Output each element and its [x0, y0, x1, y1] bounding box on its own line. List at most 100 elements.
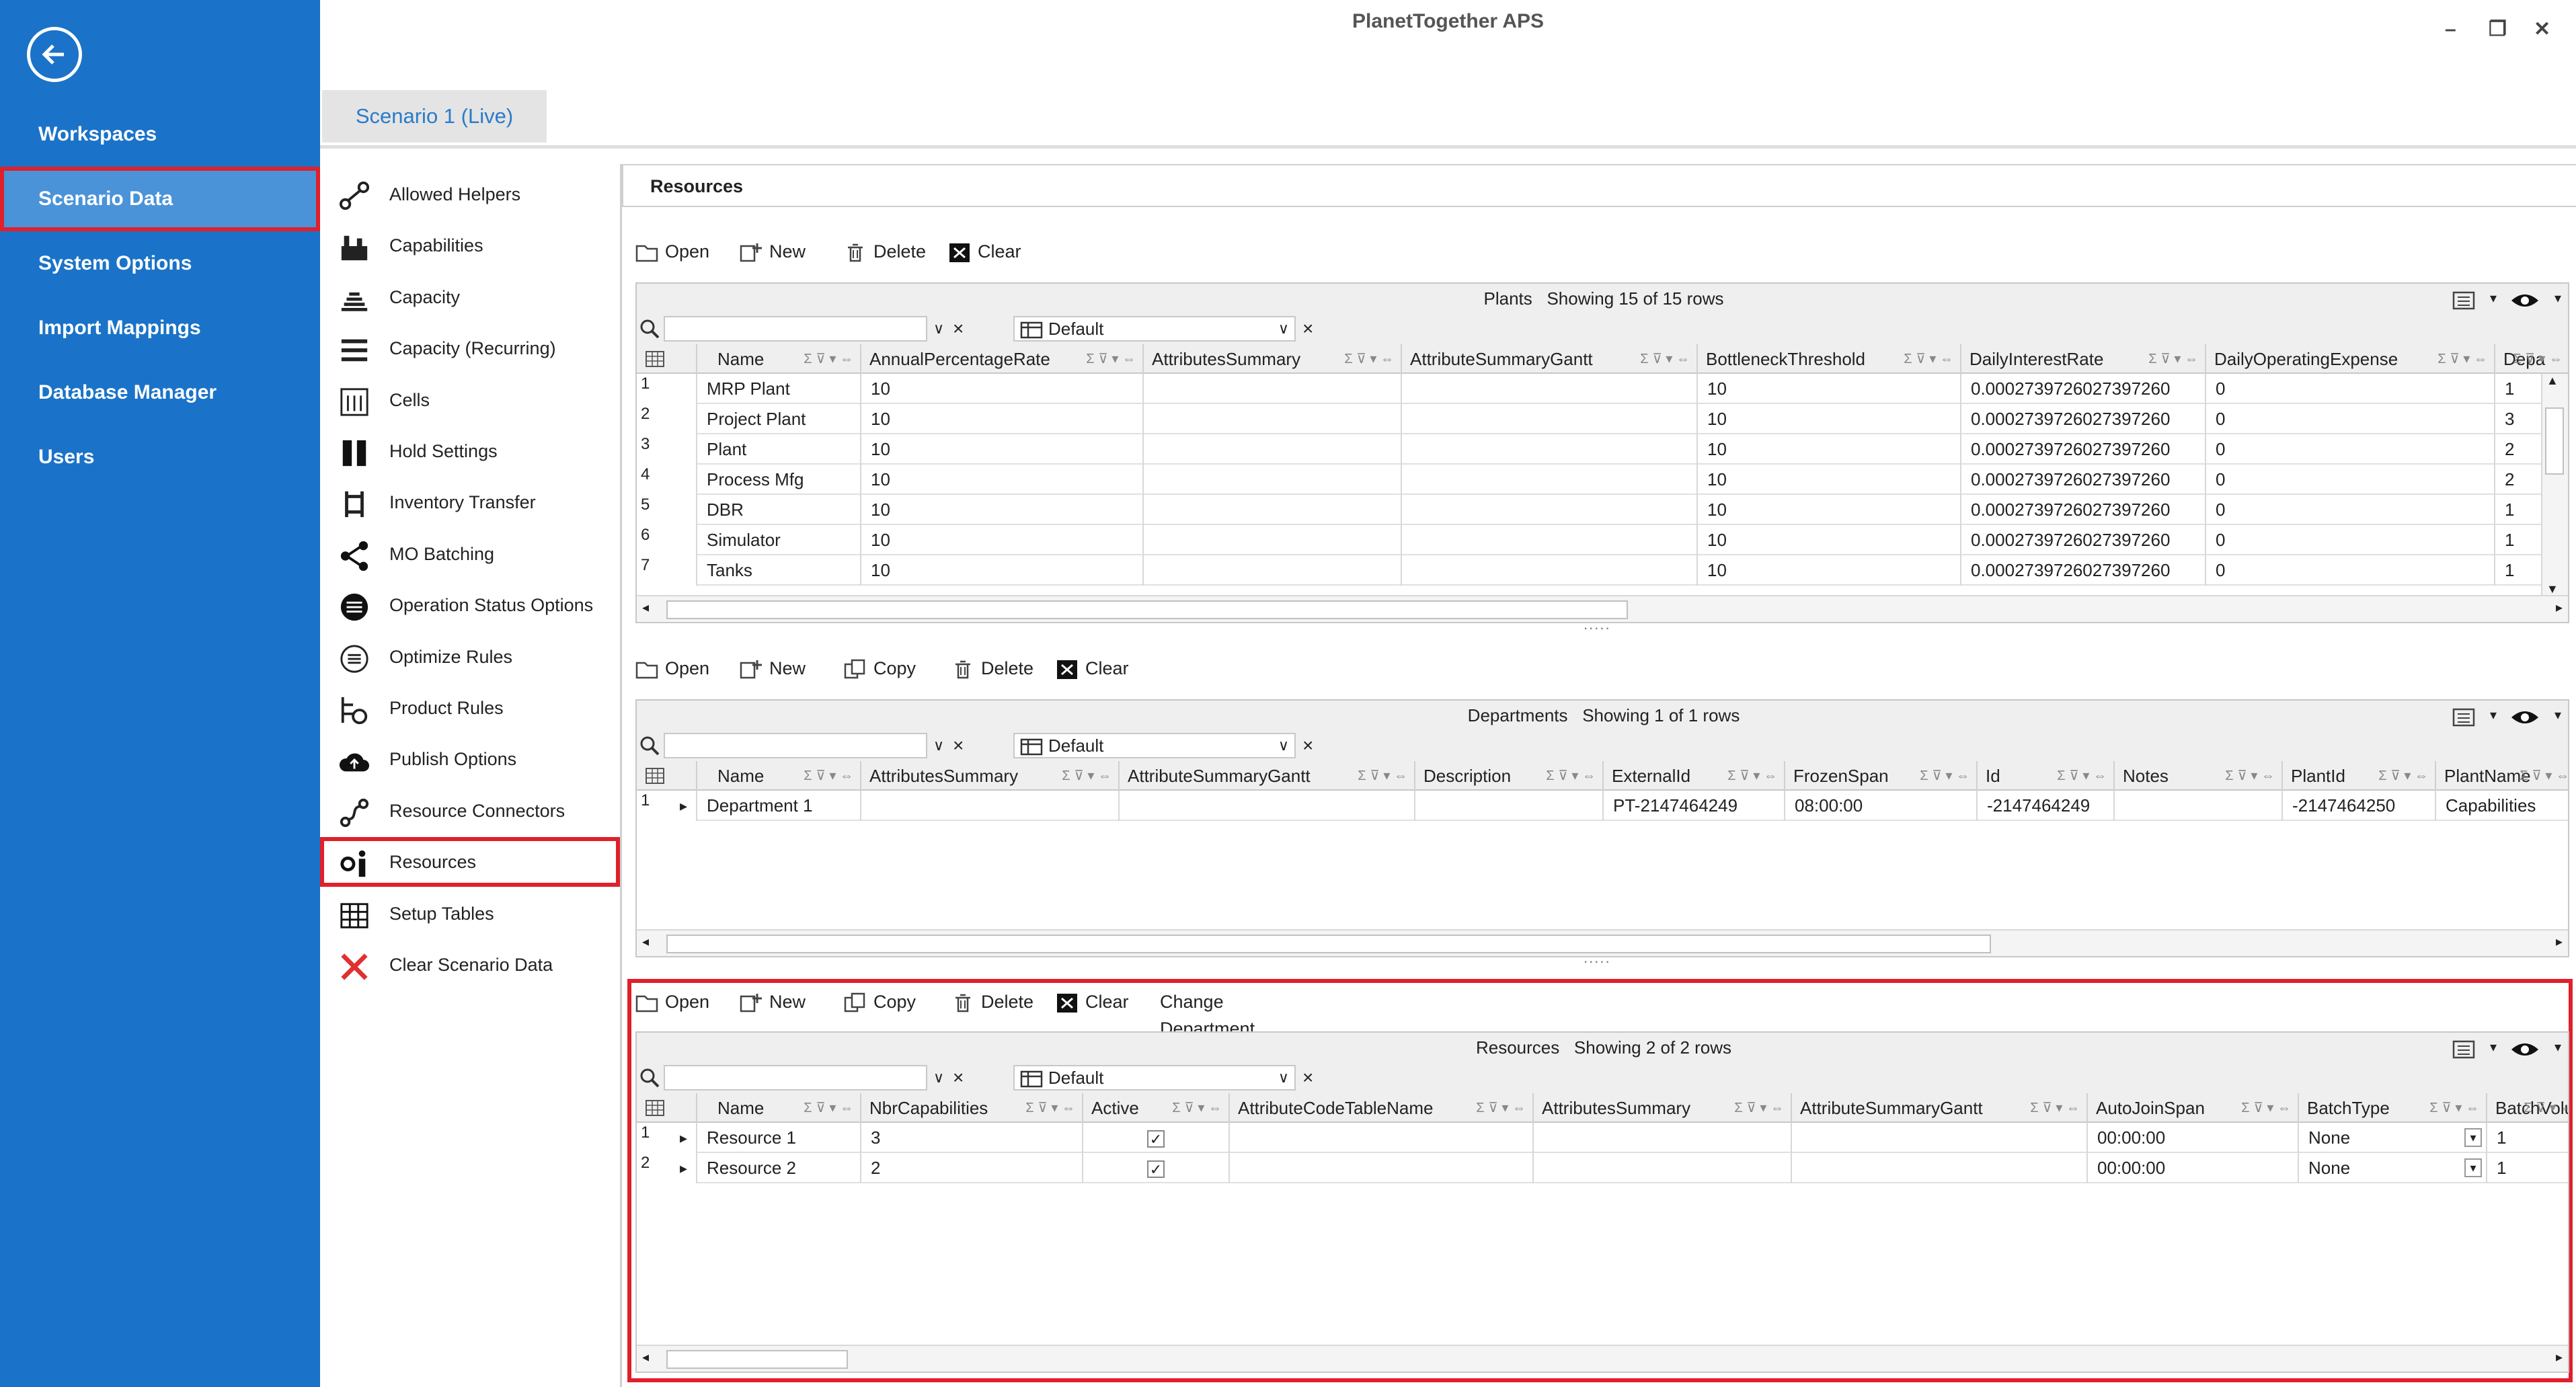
sort-filter-icon[interactable]: Σ ⊽ ▾ ⇔ — [2437, 344, 2487, 374]
table-cell[interactable]: 0.0002739726027397260 — [1961, 555, 2206, 586]
column-header[interactable]: AttributesSummary Σ ⊽ ▾ ⇔ — [861, 761, 1120, 791]
column-header[interactable]: DailyInterestRate Σ ⊽ ▾ ⇔ — [1961, 344, 2206, 374]
table-cell[interactable]: 0.0002739726027397260 — [1961, 434, 2206, 465]
column-header[interactable]: AttributesSummary Σ ⊽ ▾ ⇔ — [1534, 1093, 1792, 1123]
category-capabilities[interactable]: Capabilities — [320, 221, 620, 270]
category-product-rules[interactable]: Product Rules — [320, 683, 620, 733]
chooser-dropdown-icon[interactable]: ▾ — [2490, 284, 2497, 313]
table-cell[interactable]: ✓ — [1083, 1123, 1230, 1153]
table-cell[interactable]: 0 — [2206, 465, 2495, 495]
close-button[interactable]: ✕ — [2534, 8, 2550, 51]
table-cell[interactable]: 0 — [2206, 525, 2495, 555]
table-cell[interactable]: 10 — [861, 525, 1144, 555]
table-row[interactable]: 2 ▸ Resource 2 2 ✓ 00:00:00 None ▾ 1 — [637, 1153, 2568, 1183]
table-cell[interactable] — [1144, 404, 1402, 434]
column-header[interactable]: PlantName Σ ⊽ ▾ ⇔ — [2436, 761, 2568, 791]
sort-filter-icon[interactable]: Σ ⊽ ▾ ⇔ — [2378, 761, 2428, 791]
table-cell[interactable] — [861, 791, 1120, 821]
table-cell[interactable]: 0.0002739726027397260 — [1961, 525, 2206, 555]
table-cell[interactable]: 08:00:00 — [1785, 791, 1978, 821]
sort-filter-icon[interactable]: Σ ⊽ ▾ ⇔ — [2429, 1093, 2479, 1123]
table-cell[interactable]: 0 — [2206, 434, 2495, 465]
table-row[interactable]: 1 ▸ Resource 1 3 ✓ 00:00:00 None ▾ 1 — [637, 1123, 2568, 1153]
table-cell[interactable]: 10 — [1698, 525, 1961, 555]
column-header[interactable]: AttributesSummary Σ ⊽ ▾ ⇔ — [1144, 344, 1402, 374]
search-dropdown-icon[interactable]: ∨ — [927, 316, 950, 342]
category-optimize-rules[interactable]: Optimize Rules — [320, 632, 620, 682]
row-selector-header[interactable] — [637, 1093, 697, 1123]
table-cell[interactable] — [1402, 525, 1698, 555]
vertical-scroll-thumb[interactable] — [2545, 407, 2564, 475]
departments-search-input[interactable] — [664, 733, 927, 758]
resources-new-button[interactable]: New — [740, 988, 806, 1015]
table-cell[interactable]: 00:00:00 — [2088, 1123, 2299, 1153]
scroll-right-icon[interactable]: ▸ — [2556, 599, 2563, 616]
plants-layout-select[interactable]: Default ∨ — [1013, 316, 1296, 342]
vertical-scrollbar[interactable]: ▲ ▼ — [2541, 374, 2568, 596]
table-cell[interactable]: ✓ — [1083, 1153, 1230, 1183]
table-cell[interactable]: 0 — [2206, 495, 2495, 525]
departments-copy-button[interactable]: Copy — [844, 655, 916, 682]
table-cell[interactable] — [1402, 404, 1698, 434]
table-cell[interactable]: Capabilities — [2436, 791, 2568, 821]
table-cell[interactable]: Project Plant — [697, 404, 861, 434]
table-cell[interactable]: 0.0002739726027397260 — [1961, 374, 2206, 404]
plants-search-input[interactable] — [664, 316, 927, 342]
table-cell[interactable] — [1792, 1123, 2088, 1153]
category-allowed-helpers[interactable]: Allowed Helpers — [320, 169, 620, 219]
category-resources[interactable]: Resources — [320, 837, 620, 887]
table-row[interactable]: 4 Process Mfg 10 10 0.0002739726027397260 0 2 — [637, 465, 2568, 495]
table-row[interactable]: 7 Tanks 10 10 0.0002739726027397260 0 1 — [637, 555, 2568, 586]
nav-import-mappings[interactable]: Import Mappings — [0, 296, 320, 360]
tab-scenario-1[interactable]: Scenario 1 (Live) — [322, 90, 547, 143]
resources-clear-button[interactable]: Clear — [1056, 988, 1129, 1015]
departments-clear-button[interactable]: Clear — [1056, 655, 1129, 682]
scroll-left-icon[interactable]: ◂ — [642, 1349, 649, 1365]
table-cell[interactable]: 10 — [1698, 374, 1961, 404]
table-cell[interactable]: 0 — [2206, 374, 2495, 404]
sort-filter-icon[interactable]: Σ ⊽ ▾ ⇔ — [1920, 761, 1969, 791]
sort-filter-icon[interactable]: Σ ⊽ ▾ ⇔ — [1358, 761, 1407, 791]
clear-layout-icon[interactable]: × — [1302, 316, 1313, 342]
plants-delete-button[interactable]: Delete — [844, 238, 926, 265]
eye-dropdown-icon[interactable]: ▾ — [2554, 701, 2561, 730]
chooser-dropdown-icon[interactable]: ▾ — [2490, 1033, 2497, 1062]
table-row[interactable]: 1 MRP Plant 10 10 0.0002739726027397260 0 1 — [637, 374, 2568, 404]
nav-database-manager[interactable]: Database Manager — [0, 360, 320, 425]
search-dropdown-icon[interactable]: ∨ — [927, 1065, 950, 1091]
category-resource-connectors[interactable]: Resource Connectors — [320, 786, 620, 836]
table-row[interactable]: 6 Simulator 10 10 0.0002739726027397260 0 1 — [637, 525, 2568, 555]
table-cell[interactable]: 10 — [1698, 404, 1961, 434]
table-cell[interactable]: 10 — [861, 374, 1144, 404]
table-cell[interactable]: -2147464250 — [2283, 791, 2436, 821]
scroll-down-icon[interactable]: ▼ — [2546, 582, 2559, 596]
table-cell[interactable] — [1402, 374, 1698, 404]
table-cell[interactable] — [1144, 525, 1402, 555]
table-cell[interactable]: 1 — [2487, 1153, 2568, 1183]
table-cell[interactable]: Department 1 — [697, 791, 861, 821]
sort-filter-icon[interactable]: Σ ⊽ ▾ ⇔ — [2057, 761, 2107, 791]
active-checkbox[interactable]: ✓ — [1147, 1130, 1165, 1148]
column-header[interactable]: AttributeSummaryGantt Σ ⊽ ▾ ⇔ — [1402, 344, 1698, 374]
table-cell[interactable]: 0.0002739726027397260 — [1961, 465, 2206, 495]
table-cell[interactable] — [1120, 791, 1415, 821]
table-row[interactable]: 1 ▸ Department 1 PT-2147464249 08:00:00 -2147… — [637, 791, 2568, 821]
scroll-left-icon[interactable]: ◂ — [642, 599, 649, 616]
table-cell[interactable]: Simulator — [697, 525, 861, 555]
table-cell[interactable] — [2115, 791, 2283, 821]
table-cell[interactable]: 10 — [861, 495, 1144, 525]
table-cell[interactable]: 10 — [1698, 555, 1961, 586]
table-cell[interactable]: 10 — [1698, 495, 1961, 525]
sort-filter-icon[interactable]: Σ ⊽ ▾ ⇔ — [1734, 1093, 1784, 1123]
column-header[interactable]: Depa Σ ⊽ ▾ ⇔ — [2495, 344, 2568, 374]
horizontal-scrollbar[interactable]: ◂ ▸ — [637, 1345, 2568, 1372]
sort-filter-icon[interactable]: Σ ⊽ ▾ ⇔ — [1172, 1093, 1222, 1123]
sort-filter-icon[interactable]: Σ ⊽ ▾ ⇔ — [2030, 1093, 2080, 1123]
maximize-button[interactable]: ❐ — [2489, 8, 2507, 51]
table-cell[interactable]: 10 — [861, 404, 1144, 434]
sort-filter-icon[interactable]: Σ ⊽ ▾ ⇔ — [1476, 1093, 1526, 1123]
nav-workspaces[interactable]: Workspaces — [0, 102, 320, 167]
column-header[interactable]: NbrCapabilities Σ ⊽ ▾ ⇔ — [861, 1093, 1083, 1123]
table-cell[interactable]: 2 — [861, 1153, 1083, 1183]
departments-new-button[interactable]: New — [740, 655, 806, 682]
